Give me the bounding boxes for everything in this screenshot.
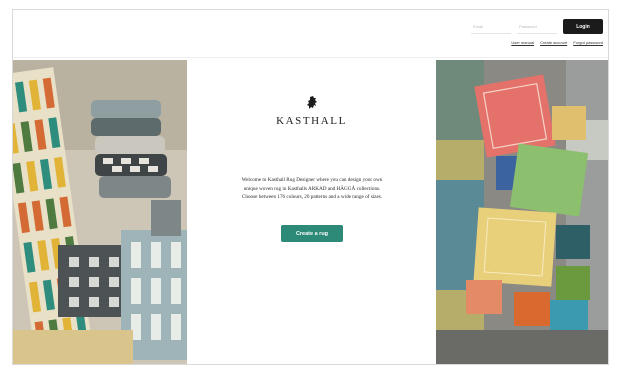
- header-divider: [13, 57, 608, 58]
- right-rug-photo: [436, 60, 608, 364]
- left-rug-photo: [13, 60, 187, 364]
- welcome-section: KASTHALL Welcome to Kasthall Rug Designe…: [187, 60, 436, 364]
- create-account-link[interactable]: Create account: [540, 40, 567, 45]
- app-frame: Login User manual Create account Forgot …: [12, 9, 609, 365]
- forgot-password-link[interactable]: Forgot password: [573, 40, 603, 45]
- welcome-text: Welcome to Kasthall Rug Designer where y…: [241, 177, 383, 201]
- login-button[interactable]: Login: [563, 19, 603, 34]
- user-manual-link[interactable]: User manual: [511, 40, 534, 45]
- account-links: User manual Create account Forgot passwo…: [511, 40, 603, 45]
- create-rug-button[interactable]: Create a rug: [281, 225, 343, 242]
- email-input[interactable]: [471, 19, 511, 34]
- brand-name: KASTHALL: [276, 115, 347, 127]
- rampant-lion-icon: [187, 96, 436, 115]
- password-input[interactable]: [517, 19, 557, 34]
- login-form: Login: [471, 19, 603, 34]
